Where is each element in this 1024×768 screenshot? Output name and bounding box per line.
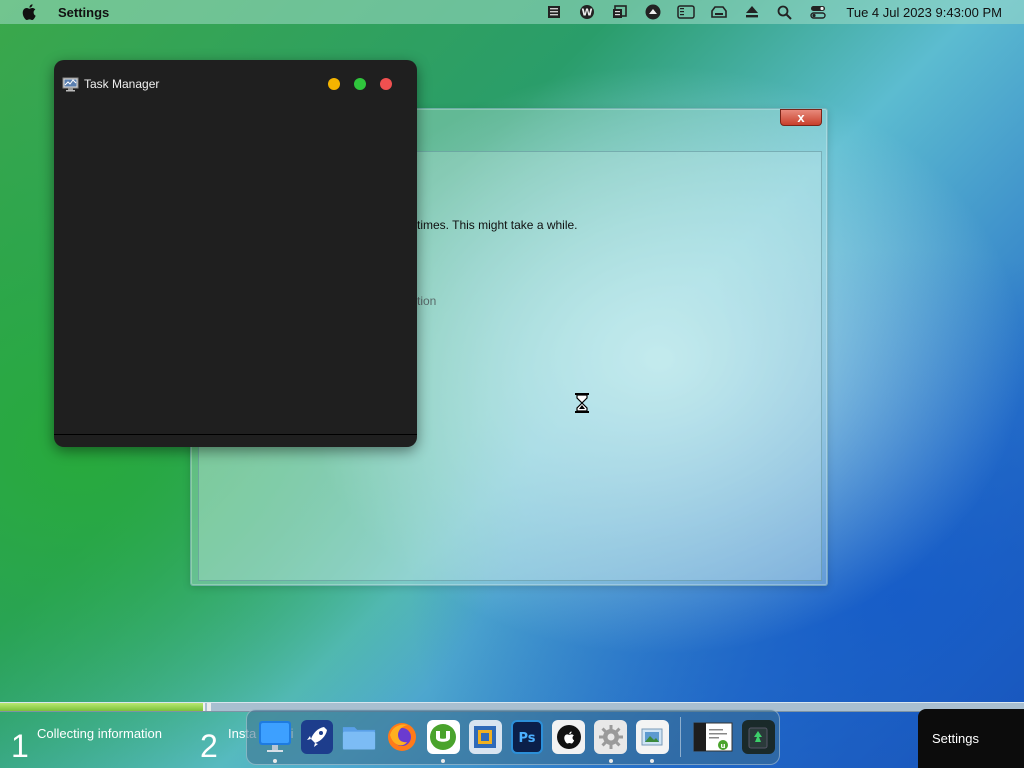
news-icon[interactable]: [603, 0, 636, 24]
virtualbox-icon[interactable]: [468, 720, 502, 754]
hourglass-cursor-icon: [575, 393, 589, 413]
finder-icon[interactable]: [258, 720, 292, 763]
setup-step-number: 1: [11, 728, 29, 764]
status-tray: W: [537, 0, 834, 24]
wordpress-icon[interactable]: W: [570, 0, 603, 24]
task-manager-window: Task Manager: [54, 60, 417, 447]
control-center-icon[interactable]: [801, 0, 834, 24]
active-app-name[interactable]: Settings: [58, 5, 109, 20]
apple-logo-icon[interactable]: [20, 3, 38, 21]
setup-progress-fill: [0, 703, 205, 711]
close-button[interactable]: [380, 78, 392, 90]
window-thumbnail-icon[interactable]: u: [693, 720, 733, 754]
svg-text:W: W: [581, 8, 592, 19]
firefox-icon[interactable]: [385, 720, 418, 754]
installer-substatus-text: tion: [417, 294, 437, 308]
setup-progress-divider: [207, 703, 211, 711]
launchpad-icon[interactable]: [300, 720, 334, 754]
svg-text:Ps: Ps: [518, 731, 535, 746]
running-indicator: [608, 759, 613, 763]
photoshop-icon[interactable]: Ps: [510, 720, 544, 754]
sidebar-icon[interactable]: [669, 0, 702, 24]
cloud-drive-icon[interactable]: [702, 0, 735, 24]
minimize-button[interactable]: [328, 78, 340, 90]
task-manager-footer-divider: [54, 434, 417, 435]
setup-step-number: 2: [200, 728, 218, 764]
dock: Ps u: [246, 709, 780, 765]
running-indicator: [650, 759, 655, 763]
task-manager-title: Task Manager: [84, 77, 160, 91]
dock-separator: [680, 717, 682, 757]
notes-icon[interactable]: [537, 0, 570, 24]
settings-popup-label: Settings: [932, 731, 979, 746]
zoom-button[interactable]: [354, 78, 366, 90]
menu-bar: Settings W Tue 4 Jul 2023 9:43:00 PM: [0, 0, 1024, 24]
svg-text:u: u: [720, 742, 725, 750]
task-manager-icon: [62, 77, 79, 91]
setup-step-label: Collecting information: [37, 726, 163, 741]
utorrent-icon[interactable]: [427, 720, 460, 763]
preview-icon[interactable]: [636, 720, 669, 763]
window-controls: [328, 78, 392, 90]
search-icon[interactable]: [768, 0, 801, 24]
settings-gear-icon[interactable]: [594, 720, 627, 763]
recycle-bin-icon[interactable]: [741, 720, 775, 754]
files-icon[interactable]: [342, 720, 376, 754]
running-indicator: [441, 759, 446, 763]
eject-icon[interactable]: [735, 0, 768, 24]
apple-music-icon[interactable]: [552, 720, 586, 754]
installer-close-button[interactable]: x: [780, 109, 822, 126]
installer-status-text: times. This might take a while.: [417, 218, 578, 232]
menu-clock[interactable]: Tue 4 Jul 2023 9:43:00 PM: [846, 5, 1002, 20]
upload-icon[interactable]: [636, 0, 669, 24]
running-indicator: [272, 759, 277, 763]
settings-popup[interactable]: Settings: [918, 709, 1024, 768]
